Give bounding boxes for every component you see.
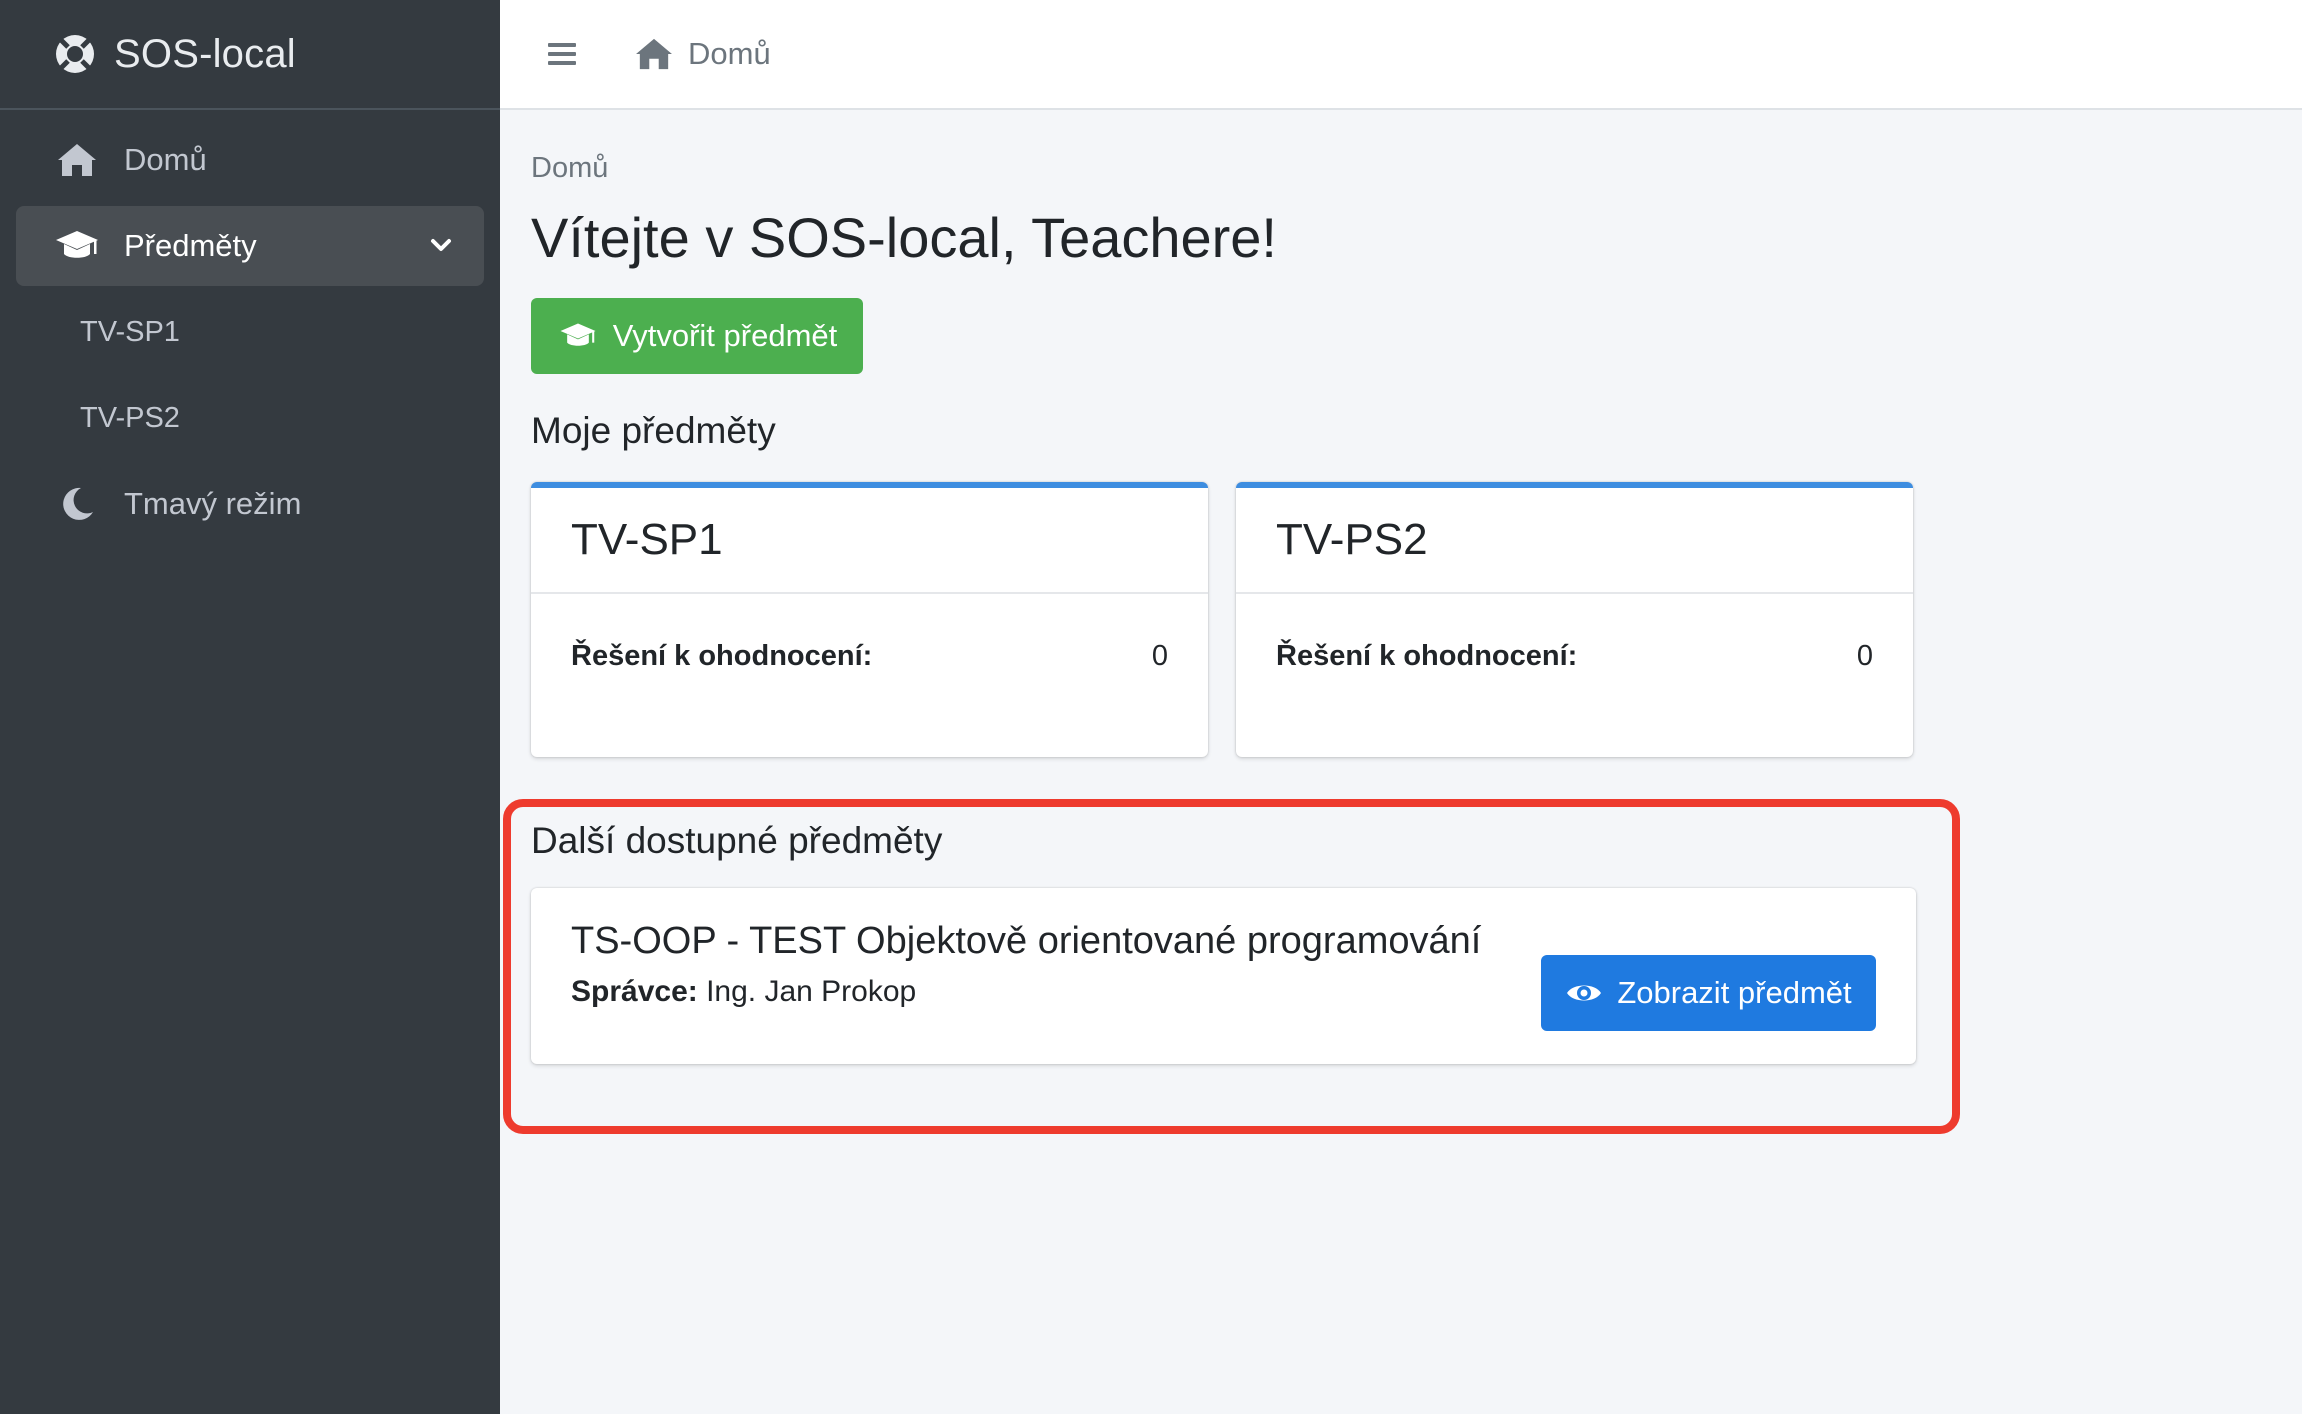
pending-solutions-count: 0 <box>1856 640 1873 672</box>
main-content: Domů Vítejte v SOS-local, Teachere! Vytv… <box>531 110 2271 757</box>
eye-icon <box>1565 978 1603 1008</box>
subject-card[interactable]: TV-PS2 Řešení k ohodnocení: 0 <box>1236 482 1913 757</box>
top-navbar: Domů <box>500 0 2302 110</box>
sidebar-item-tv-ps2[interactable]: TV-PS2 <box>16 378 484 458</box>
subject-card-title[interactable]: TV-PS2 <box>1236 488 1913 594</box>
graduation-cap-icon <box>54 226 100 266</box>
subject-card-title[interactable]: TV-SP1 <box>531 488 1208 594</box>
brand-name: SOS-local <box>114 31 296 76</box>
sidebar-item-subjects[interactable]: Předměty <box>16 206 484 286</box>
sidebar: SOS-local Domů Předměty TV-SP1 TV-PS2 Tm… <box>0 0 500 1414</box>
show-subject-label: Zobrazit předmět <box>1617 975 1852 1010</box>
other-subjects-title: Další dostupné předměty <box>531 820 943 861</box>
pending-solutions-count: 0 <box>1151 640 1168 672</box>
sidebar-item-label: Tmavý režim <box>124 486 302 521</box>
subject-card[interactable]: TV-SP1 Řešení k ohodnocení: 0 <box>531 482 1208 757</box>
admin-label: Správce: <box>571 975 698 1008</box>
subject-card-body: Řešení k ohodnocení: 0 <box>1236 640 1913 673</box>
navbar-home-label: Domů <box>688 36 771 71</box>
chevron-down-icon[interactable] <box>426 230 456 260</box>
home-icon <box>54 140 100 180</box>
show-subject-button[interactable]: Zobrazit předmět <box>1541 955 1876 1031</box>
sidebar-item-tv-sp1[interactable]: TV-SP1 <box>16 292 484 372</box>
subject-card-body: Řešení k ohodnocení: 0 <box>531 640 1208 673</box>
my-subjects-list: TV-SP1 Řešení k ohodnocení: 0 TV-PS2 Řeš… <box>531 482 2271 757</box>
lifebuoy-icon <box>54 33 96 75</box>
available-subject-name: TS-OOP - TEST Objektově orientované prog… <box>571 920 1482 962</box>
sidebar-item-label: Domů <box>124 142 207 177</box>
sidebar-item-label: TV-PS2 <box>80 401 180 434</box>
sidebar-item-label: Předměty <box>124 228 257 263</box>
sidebar-item-label: TV-SP1 <box>80 315 180 348</box>
brand[interactable]: SOS-local <box>0 0 500 110</box>
pending-solutions-label: Řešení k ohodnocení: <box>571 640 873 672</box>
hamburger-menu-icon[interactable] <box>544 36 580 72</box>
page-title: Vítejte v SOS-local, Teachere! <box>531 206 1277 269</box>
create-subject-button[interactable]: Vytvořit předmět <box>531 298 863 374</box>
sidebar-nav: Domů Předměty TV-SP1 TV-PS2 Tmavý režim <box>0 110 500 544</box>
sidebar-item-dark-mode[interactable]: Tmavý režim <box>16 464 484 544</box>
navbar-home-link[interactable]: Domů <box>634 36 771 72</box>
available-subject-card: TS-OOP - TEST Objektově orientované prog… <box>531 888 1916 1064</box>
create-subject-label: Vytvořit předmět <box>612 318 838 353</box>
breadcrumb: Domů <box>531 152 609 184</box>
sidebar-item-home[interactable]: Domů <box>16 120 484 200</box>
admin-name: Ing. Jan Prokop <box>697 975 917 1008</box>
my-subjects-title: Moje předměty <box>531 410 776 451</box>
pending-solutions-label: Řešení k ohodnocení: <box>1276 640 1578 672</box>
home-icon <box>634 37 674 71</box>
other-subjects-section: Další dostupné předměty TS-OOP - TEST Ob… <box>531 820 1921 1064</box>
graduation-cap-icon <box>557 321 599 351</box>
moon-icon <box>54 484 100 524</box>
